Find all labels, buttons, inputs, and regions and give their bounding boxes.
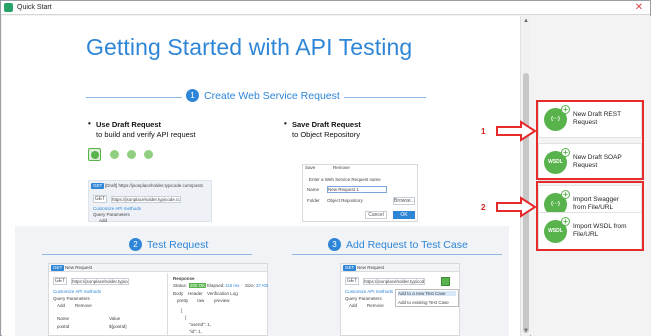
quick-start-window: Quick Start ✕ Getting Started with API T… bbox=[0, 0, 651, 336]
status-label: Status: bbox=[173, 283, 188, 288]
tab-new-request-3: New Request bbox=[357, 265, 385, 270]
customize-link-2: Customize API methods bbox=[53, 289, 102, 294]
step-1-heading: 1 Create Web Service Request bbox=[182, 89, 344, 102]
elapsed-value: 115 ms bbox=[225, 283, 240, 288]
step-1-title: Create Web Service Request bbox=[204, 89, 340, 102]
row-value: ${postId} bbox=[109, 324, 127, 329]
url-input-2: https://jsonplaceholder.typicode.com/pos… bbox=[71, 278, 129, 285]
preview-option: preview bbox=[214, 298, 230, 303]
add-to-test-case-menu: Add to a new Test Case Add to existing T… bbox=[395, 289, 459, 307]
save-draft-title: Save Draft Request bbox=[284, 119, 361, 129]
verification-tab: Verification Log bbox=[207, 291, 238, 296]
use-draft-subtitle: to build and verify API request bbox=[96, 130, 196, 139]
add-param-button: Add bbox=[99, 218, 108, 223]
step-1-number: 1 bbox=[186, 89, 199, 102]
window-title: Quick Start bbox=[17, 4, 52, 11]
save-draft-dialog-illustration: Save Remove Enter a Web Service Request … bbox=[302, 164, 418, 222]
get-tag: GET bbox=[91, 183, 105, 189]
vertical-scrollbar[interactable]: ▲ ▼ bbox=[520, 16, 530, 336]
scroll-up-arrow[interactable]: ▲ bbox=[522, 17, 530, 25]
page-title: Getting Started with API Testing bbox=[86, 34, 413, 60]
size-label: Size: bbox=[245, 283, 256, 288]
draft-request-illustration: GET [Draft] https://jsonplaceholder.typi… bbox=[88, 148, 212, 223]
step-3-rule bbox=[292, 254, 502, 255]
use-draft-title: Use Draft Request bbox=[88, 119, 161, 129]
customize-link-3: Customize API methods bbox=[345, 289, 394, 294]
test-request-illustration: GET New Request GET https://jsonplacehol… bbox=[48, 263, 268, 336]
customize-methods-link: Customize API methods bbox=[93, 206, 142, 211]
draft-url-text: [Draft] https://jsonplaceholder.typicode… bbox=[105, 183, 204, 188]
query-params-3: Query Parameters bbox=[345, 296, 382, 301]
method-select: GET bbox=[93, 195, 107, 203]
step-2-number: 2 bbox=[129, 238, 142, 251]
size-value: 37 KB bbox=[256, 283, 269, 288]
rest-icon-highlight bbox=[88, 148, 101, 161]
remove-2: Remove bbox=[75, 303, 92, 308]
col-value: Value bbox=[109, 316, 121, 321]
name-label: Name bbox=[307, 187, 320, 192]
step-3-number: 3 bbox=[328, 238, 341, 251]
getting-started-content: Getting Started with API Testing 1 Creat… bbox=[2, 16, 520, 336]
step-2-title: Test Request bbox=[147, 238, 209, 251]
quick-actions-sidebar: {···} + New Draft REST Request WSDL + New … bbox=[531, 16, 651, 336]
annotation-arrow-2 bbox=[496, 196, 537, 218]
pretty-option: pretty bbox=[177, 298, 189, 303]
row-name: postId bbox=[57, 324, 70, 329]
katalon-app-icon bbox=[4, 3, 13, 12]
folder-label: Folder bbox=[307, 198, 320, 203]
get-tag-2: GET bbox=[51, 265, 65, 271]
step-3-title: Add Request to Test Case bbox=[346, 238, 468, 251]
col-name: Name bbox=[57, 316, 70, 321]
method-select-3: GET bbox=[345, 277, 359, 285]
add-2: Add bbox=[57, 303, 66, 308]
status-code: 200 OK bbox=[189, 283, 207, 288]
step-2-rule bbox=[42, 254, 252, 255]
add-3: Add bbox=[349, 303, 358, 308]
json-line-3: "userId": 1, bbox=[189, 322, 211, 327]
save-draft-subtitle: to Object Repository bbox=[292, 130, 360, 139]
save-button-mock: Save bbox=[305, 165, 316, 170]
header-tab: Header bbox=[188, 291, 203, 296]
close-icon[interactable]: ✕ bbox=[633, 2, 645, 13]
elapsed-label: Elapsed: bbox=[207, 283, 225, 288]
remove-button-mock: Remove bbox=[333, 165, 350, 170]
scroll-down-arrow[interactable]: ▼ bbox=[522, 327, 530, 335]
annotation-box-2 bbox=[536, 181, 644, 251]
soap-icon bbox=[110, 150, 119, 159]
title-bar: Quick Start ✕ bbox=[1, 1, 650, 15]
annotation-number-1: 1 bbox=[481, 127, 486, 136]
name-input: New Request 1 bbox=[327, 186, 387, 193]
url-input-3: https://jsonplaceholder.typicode.com/pos… bbox=[363, 278, 425, 285]
add-to-test-case-icon bbox=[441, 277, 450, 286]
wsdl-mini-icon bbox=[144, 150, 153, 159]
cancel-button-mock: Cancel bbox=[365, 211, 387, 219]
draft-request-panel: GET [Draft] https://jsonplaceholder.typi… bbox=[88, 180, 212, 223]
json-line-2: { bbox=[185, 315, 187, 320]
tab-new-request: New Request bbox=[65, 265, 93, 270]
query-params-label: Query Parameters bbox=[93, 212, 130, 217]
annotation-number-2: 2 bbox=[481, 203, 486, 212]
step-3-heading: 3 Add Request to Test Case bbox=[328, 238, 468, 251]
annotation-arrow-1 bbox=[496, 120, 537, 142]
step-2-heading: 2 Test Request bbox=[129, 238, 208, 251]
enter-name-hint: Enter a Web Service Request name bbox=[309, 177, 381, 182]
body-tab: Body bbox=[173, 291, 184, 296]
add-to-test-case-illustration: GET New Request GET https://jsonplacehol… bbox=[340, 263, 460, 336]
menu-add-new: Add to a new Test Case bbox=[398, 291, 456, 296]
raw-option: raw bbox=[197, 298, 205, 303]
annotation-box-1 bbox=[536, 100, 644, 180]
remove-3: Remove bbox=[367, 303, 384, 308]
ok-button-mock: OK bbox=[393, 211, 415, 219]
json-line-4: "id": 1, bbox=[189, 329, 202, 334]
swagger-mini-icon bbox=[127, 150, 136, 159]
query-params-2: Query Parameters bbox=[53, 296, 90, 301]
browse-button-mock: Browse... bbox=[393, 197, 415, 205]
method-select-2: GET bbox=[53, 277, 67, 285]
menu-add-existing: Add to existing Test Case bbox=[398, 300, 449, 305]
get-tag-3: GET bbox=[343, 265, 357, 271]
json-line-1: [ bbox=[181, 308, 183, 313]
response-label: Response bbox=[173, 276, 195, 281]
url-input: https://jsonplaceholder.typicode.com/pos… bbox=[111, 196, 181, 203]
folder-value: Object Repository bbox=[327, 198, 363, 203]
